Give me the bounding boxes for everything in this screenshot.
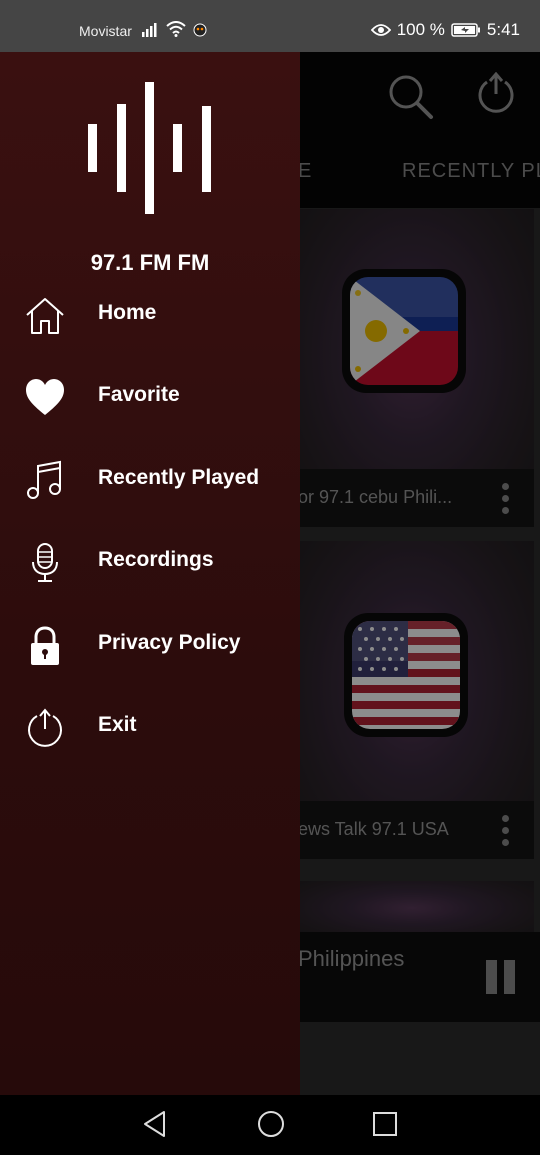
menu-item-recordings[interactable]: Recordings — [0, 530, 300, 592]
app-notification-icon — [193, 23, 207, 37]
menu-label-recordings: Recordings — [98, 548, 214, 571]
menu-item-home[interactable]: Home — [0, 283, 300, 345]
battery-icon — [451, 23, 480, 37]
menu-item-privacy-policy[interactable]: Privacy Policy — [0, 613, 300, 675]
eye-icon — [370, 24, 391, 36]
signal-icon — [142, 23, 157, 37]
recents-icon[interactable] — [372, 1109, 398, 1139]
lock-icon — [31, 626, 59, 665]
battery-percent: 100 % — [396, 20, 445, 39]
back-icon[interactable] — [142, 1109, 168, 1139]
menu-label-home: Home — [98, 301, 157, 324]
system-navigation-bar — [0, 1095, 540, 1155]
carrier-name: Movistar — [79, 23, 132, 39]
home-icon — [26, 298, 64, 334]
menu-item-recently-played[interactable]: Recently Played — [0, 448, 300, 510]
menu-label-exit: Exit — [98, 713, 137, 736]
music-note-icon — [27, 460, 61, 499]
status-bar: Movistar 100 % 5:41 — [0, 0, 540, 52]
navigation-drawer: 97.1 FM FM Home Favorite Recently Played — [0, 52, 300, 1095]
audio-wave-logo-icon — [88, 82, 211, 214]
heart-icon — [26, 379, 64, 415]
menu-label-recently-played: Recently Played — [98, 466, 260, 489]
menu-item-favorite[interactable]: Favorite — [0, 365, 300, 427]
wifi-icon — [166, 21, 186, 37]
menu-label-favorite: Favorite — [98, 383, 180, 406]
clock: 5:41 — [486, 20, 520, 39]
home-nav-icon[interactable] — [257, 1109, 285, 1139]
power-icon — [28, 708, 62, 747]
microphone-icon — [32, 543, 58, 582]
app-name: 97.1 FM FM — [90, 250, 210, 275]
menu-item-exit[interactable]: Exit — [0, 695, 300, 757]
menu-label-privacy-policy: Privacy Policy — [98, 631, 241, 654]
